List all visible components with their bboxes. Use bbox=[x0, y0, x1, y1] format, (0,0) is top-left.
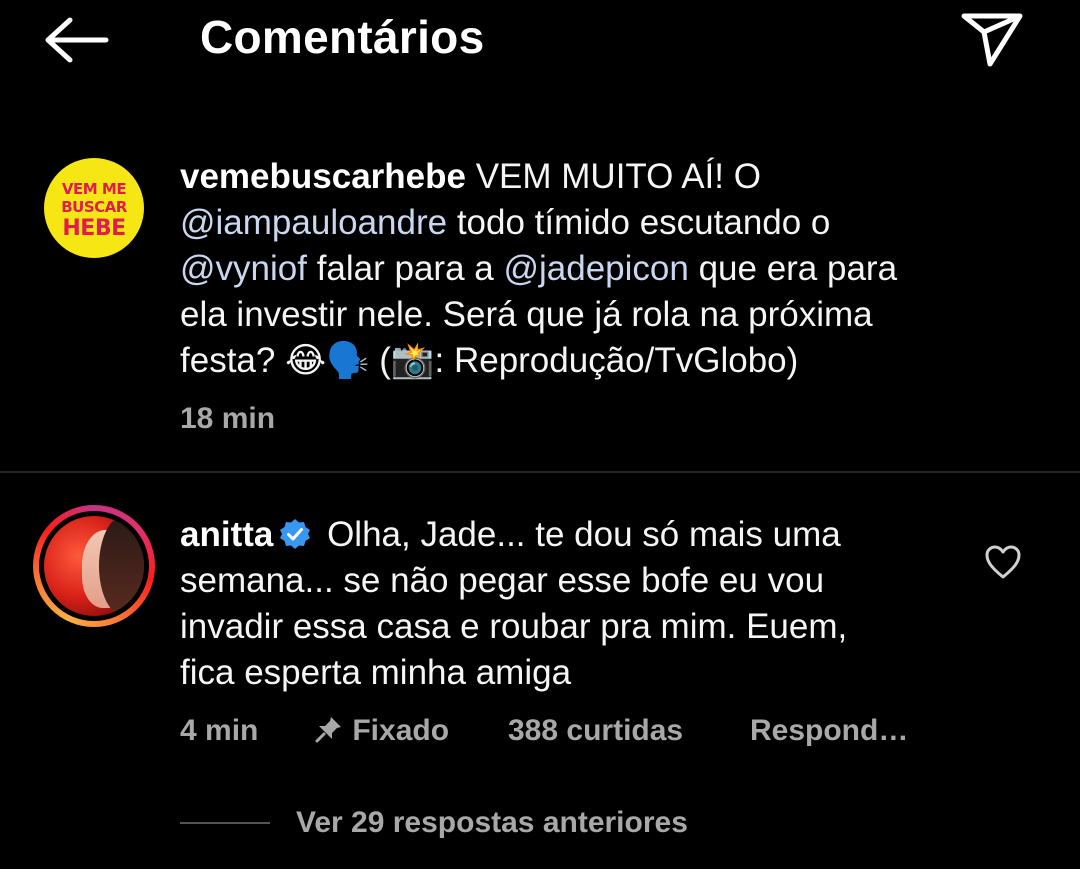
reply-button[interactable]: Respond… bbox=[750, 714, 908, 748]
caption-segment: VEM MUITO AÍ! O bbox=[465, 157, 761, 196]
avatar bbox=[44, 516, 144, 616]
avatar-logo-text-2: BUSCAR bbox=[61, 198, 127, 216]
comment-line: anitta Olha, Jade... te dou só mais uma bbox=[180, 512, 970, 558]
mention-link[interactable]: @jadepicon bbox=[503, 249, 688, 288]
caption-line: @vyniof falar para a @jadepicon que era … bbox=[180, 246, 980, 292]
avatar-logo-text-1: VEM ME bbox=[61, 180, 127, 198]
pin-icon bbox=[314, 714, 344, 744]
like-button[interactable] bbox=[984, 544, 1022, 580]
arrow-left-icon bbox=[45, 17, 109, 63]
mention-link[interactable]: @vyniof bbox=[180, 249, 307, 288]
divider bbox=[0, 471, 1080, 473]
pinned-label: Fixado bbox=[314, 714, 449, 748]
username[interactable]: vemebuscarhebe bbox=[180, 157, 466, 196]
back-button[interactable] bbox=[40, 12, 112, 68]
mention-link[interactable]: @iampauloandre bbox=[180, 203, 447, 242]
avatar-logo-text-3: HEBE bbox=[62, 216, 126, 241]
caption-line: vemebuscarhebe VEM MUITO AÍ! O bbox=[180, 154, 980, 200]
avatar-ring-gap bbox=[39, 511, 149, 621]
avatar-story-ring[interactable] bbox=[33, 505, 155, 627]
top-bar: Comentários bbox=[0, 0, 1080, 80]
comment-line: invadir essa casa e roubar pra mim. Euem… bbox=[180, 607, 848, 646]
page-title: Comentários bbox=[200, 11, 485, 63]
share-button[interactable] bbox=[956, 8, 1028, 68]
username[interactable]: anitta bbox=[180, 515, 273, 554]
caption-segment: que era para bbox=[688, 249, 898, 288]
likes-count[interactable]: 388 curtidas bbox=[508, 714, 683, 748]
caption-segment: todo tímido escutando o bbox=[447, 203, 831, 242]
comment-timestamp: 4 min bbox=[180, 714, 259, 747]
caption-line: ela investir nele. Será que já rola na p… bbox=[180, 295, 873, 334]
verified-icon bbox=[279, 516, 311, 549]
comment-line: semana... se não pegar esse bofe eu vou bbox=[180, 561, 825, 600]
replies-divider-line bbox=[180, 822, 270, 824]
comment-text: anitta Olha, Jade... te dou só mais uma … bbox=[180, 512, 970, 696]
caption-line: festa? 😂🗣️ (📸: Reprodução/TvGlobo) bbox=[180, 341, 799, 380]
caption-text: vemebuscarhebe VEM MUITO AÍ! O @iampaulo… bbox=[180, 154, 980, 384]
avatar-hair bbox=[99, 516, 144, 616]
post-timestamp: 18 min bbox=[180, 402, 276, 435]
caption-segment: falar para a bbox=[306, 249, 504, 288]
heart-icon bbox=[985, 545, 1021, 579]
view-previous-replies[interactable]: Ver 29 respostas anteriores bbox=[296, 806, 688, 840]
comment-segment: Olha, Jade... te dou só mais uma bbox=[317, 515, 841, 554]
comment-line: fica esperta minha amiga bbox=[180, 653, 572, 692]
caption-line: @iampauloandre todo tímido escutando o bbox=[180, 200, 980, 246]
avatar[interactable]: VEM ME BUSCAR HEBE bbox=[44, 158, 144, 258]
pinned-text: Fixado bbox=[352, 714, 450, 747]
send-icon bbox=[961, 13, 1023, 67]
